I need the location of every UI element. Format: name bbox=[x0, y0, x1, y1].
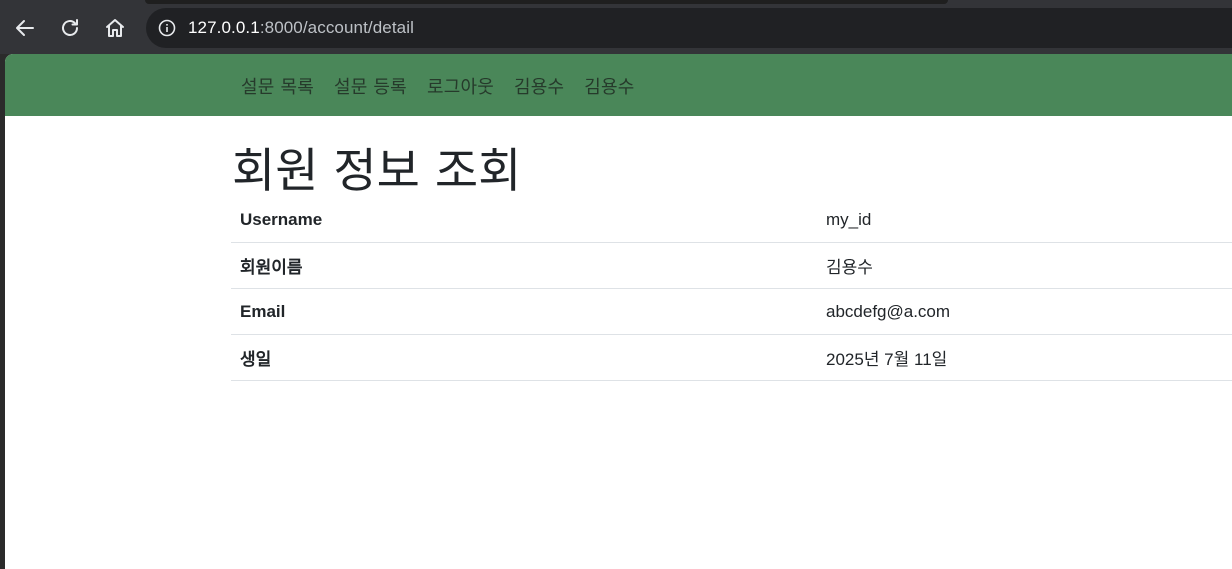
page-viewport: 설문 목록 설문 등록 로그아웃 김용수 김용수 회원 정보 조회 Userna… bbox=[5, 54, 1232, 569]
detail-value: 김용수 bbox=[817, 242, 1232, 289]
nav-link-user-name-2[interactable]: 김용수 bbox=[584, 73, 634, 99]
back-button[interactable] bbox=[9, 12, 41, 44]
detail-label: Username bbox=[231, 197, 817, 243]
nav-link-survey-create[interactable]: 설문 등록 bbox=[334, 73, 407, 99]
nav-link-user-name[interactable]: 김용수 bbox=[514, 73, 564, 99]
detail-value: my_id bbox=[817, 197, 1232, 243]
url-host: 127.0.0.1 bbox=[188, 18, 260, 37]
browser-toolbar: 127.0.0.1:8000/account/detail bbox=[0, 0, 1232, 54]
detail-value: abcdefg@a.com bbox=[817, 288, 1232, 335]
detail-value: 2025년 7월 11일 bbox=[817, 334, 1232, 381]
table-row: 회원이름 김용수 bbox=[231, 242, 1232, 289]
detail-label: 회원이름 bbox=[231, 242, 817, 289]
nav-link-survey-list[interactable]: 설문 목록 bbox=[241, 73, 314, 99]
tab-strip-edge bbox=[145, 0, 948, 4]
back-arrow-icon bbox=[16, 20, 34, 36]
detail-label: 생일 bbox=[231, 334, 817, 381]
detail-label: Email bbox=[231, 288, 817, 335]
site-navbar: 설문 목록 설문 등록 로그아웃 김용수 김용수 bbox=[5, 54, 1232, 116]
account-detail-table: Username my_id 회원이름 김용수 Email abcdefg@a.… bbox=[231, 197, 1232, 381]
nav-link-logout[interactable]: 로그아웃 bbox=[427, 73, 494, 99]
page-title: 회원 정보 조회 bbox=[232, 144, 522, 199]
nav-links: 설문 목록 설문 등록 로그아웃 김용수 김용수 bbox=[241, 73, 655, 99]
home-icon bbox=[106, 19, 124, 37]
address-bar[interactable]: 127.0.0.1:8000/account/detail bbox=[146, 8, 1232, 48]
reload-icon bbox=[62, 19, 78, 36]
url-path: :8000/account/detail bbox=[259, 18, 414, 37]
table-row: Email abcdefg@a.com bbox=[231, 288, 1232, 335]
reload-button[interactable] bbox=[54, 12, 86, 44]
table-row: Username my_id bbox=[231, 197, 1232, 243]
url-text: 127.0.0.1:8000/account/detail bbox=[188, 18, 414, 38]
table-row: 생일 2025년 7월 11일 bbox=[231, 334, 1232, 381]
info-icon[interactable] bbox=[158, 19, 176, 37]
home-button[interactable] bbox=[99, 12, 131, 44]
